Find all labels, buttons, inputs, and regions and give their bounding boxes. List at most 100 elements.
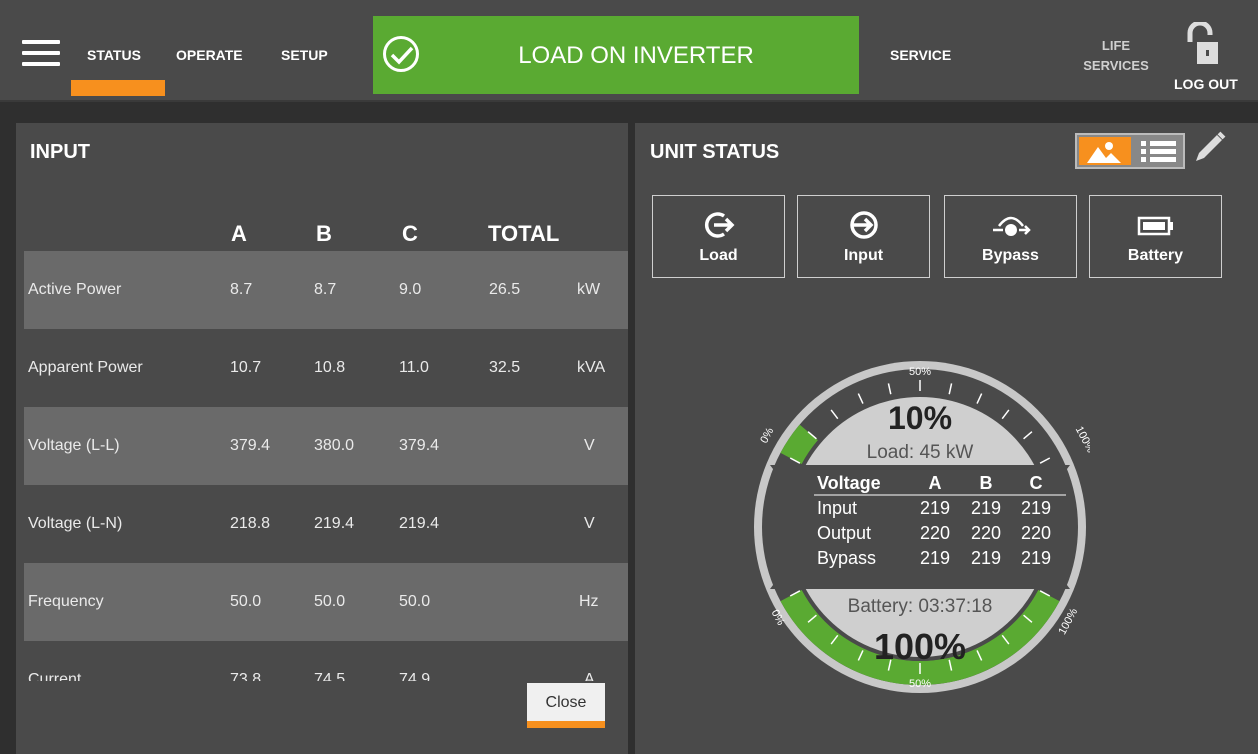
cell-a: 379.4 — [230, 437, 271, 454]
nav-life-services[interactable]: LIFE SERVICES — [1076, 36, 1156, 76]
cell-c: 74.9 — [399, 671, 431, 681]
col-header-c: C — [402, 221, 418, 246]
cell-b: 10.8 — [314, 359, 346, 376]
voltage-cell: 219 — [1021, 498, 1051, 518]
cell-unit: V — [584, 515, 595, 532]
table-row: Apparent Power 10.7 10.8 11.0 32.5 kVA — [24, 329, 628, 407]
battery-percent: 100% — [874, 626, 966, 667]
cell-b: 380.0 — [314, 437, 355, 454]
bypass-icon — [992, 216, 1031, 236]
cell-unit: V — [584, 437, 595, 454]
list-view-button[interactable] — [1135, 137, 1183, 165]
battery-text: Battery: 03:37:18 — [848, 596, 993, 617]
table-row: Voltage (L-N) 218.8 219.4 219.4 V — [24, 485, 628, 563]
row-label: Active Power — [28, 281, 122, 298]
tile-battery[interactable]: Battery — [1089, 195, 1222, 278]
table-row: Frequency 50.0 50.0 50.0 Hz — [24, 563, 628, 641]
input-icon — [849, 211, 878, 239]
unlock-icon — [1187, 22, 1218, 64]
status-banner-text: LOAD ON INVERTER — [518, 42, 754, 69]
cell-b: 50.0 — [314, 593, 346, 610]
cell-c: 11.0 — [399, 359, 429, 376]
nav-setup[interactable]: SETUP — [281, 47, 328, 63]
cell-unit: kW — [577, 281, 601, 298]
cell-b: 219.4 — [314, 515, 355, 532]
tile-input-label: Input — [843, 247, 884, 264]
voltage-row-label: Output — [817, 523, 871, 543]
voltage-row-label: Bypass — [817, 548, 876, 568]
edit-pencil-icon[interactable] — [1190, 129, 1228, 167]
voltage-cell: 219 — [1021, 548, 1051, 568]
load-icon — [704, 212, 734, 238]
scale-top-100: 100% — [1073, 424, 1090, 455]
cell-c: 219.4 — [399, 515, 440, 532]
cell-a: 50.0 — [230, 593, 262, 610]
input-panel-title: INPUT — [30, 141, 90, 163]
voltage-header-c: C — [1030, 473, 1043, 493]
table-row: Active Power 8.7 8.7 9.0 26.5 kW — [24, 251, 628, 329]
nav-active-indicator — [71, 80, 165, 96]
status-banner: LOAD ON INVERTER — [373, 16, 859, 94]
row-label: Current — [28, 671, 82, 681]
col-header-a: A — [231, 221, 247, 246]
menu-icon[interactable] — [22, 40, 60, 70]
voltage-cell: 219 — [971, 498, 1001, 518]
logout-label: LOG OUT — [1174, 76, 1238, 92]
nav-operate[interactable]: OPERATE — [176, 47, 243, 63]
life-line-2: SERVICES — [1083, 58, 1149, 73]
row-label: Voltage (L-N) — [28, 515, 123, 532]
cell-a: 10.7 — [230, 359, 262, 376]
tile-input[interactable]: Input — [797, 195, 930, 278]
voltage-cell: 220 — [971, 523, 1001, 543]
voltage-cell: 220 — [1021, 523, 1051, 543]
load-percent: 10% — [888, 400, 952, 436]
cell-a: 73.8 — [230, 671, 262, 681]
input-panel: INPUT A B C TOTAL Active Power 8.7 8.7 9… — [16, 123, 628, 754]
row-label: Frequency — [28, 593, 104, 610]
top-navigation-bar: STATUS OPERATE SETUP LOAD ON INVERTER SE… — [0, 0, 1258, 102]
scale-bottom-50: 50% — [909, 678, 931, 690]
battery-icon — [1137, 216, 1173, 236]
logout-button[interactable]: LOG OUT — [1170, 20, 1250, 96]
unit-status-title: UNIT STATUS — [650, 141, 780, 163]
nav-service[interactable]: SERVICE — [890, 47, 951, 63]
tile-bypass[interactable]: Bypass — [944, 195, 1077, 278]
tile-load[interactable]: Load — [652, 195, 785, 278]
voltage-cell: 219 — [920, 548, 950, 568]
table-row: Current 73.8 74.5 74.9 A — [24, 641, 628, 681]
nav-status[interactable]: STATUS — [87, 47, 141, 63]
cell-c: 9.0 — [399, 281, 422, 298]
col-header-total: TOTAL — [488, 221, 560, 246]
cell-unit: A — [584, 671, 595, 681]
voltage-header-label: Voltage — [817, 473, 881, 493]
voltage-header-b: B — [980, 473, 993, 493]
voltage-header-a: A — [929, 473, 942, 493]
voltage-cell: 219 — [971, 548, 1001, 568]
cell-total: 32.5 — [489, 359, 521, 376]
cell-total: 26.5 — [489, 281, 521, 298]
graphic-view-button[interactable] — [1079, 137, 1131, 165]
cell-a: 218.8 — [230, 515, 271, 532]
voltage-cell: 220 — [920, 523, 950, 543]
tile-load-label: Load — [699, 247, 738, 264]
view-toggle — [1075, 133, 1185, 169]
life-line-1: LIFE — [1101, 38, 1131, 53]
scale-top-0: 0% — [758, 426, 776, 446]
tile-bypass-label: Bypass — [982, 247, 1039, 264]
voltage-row-label: Input — [817, 498, 857, 518]
unit-status-panel: UNIT STATUS Load Input Bypass Battery 50… — [635, 123, 1258, 754]
cell-b: 74.5 — [314, 671, 346, 681]
col-header-b: B — [316, 221, 332, 246]
cell-c: 50.0 — [399, 593, 431, 610]
unit-status-gauge: 50% 100% 0% 0% 100% 50% 10% Load: 45 kW … — [754, 361, 1090, 693]
table-row: Voltage (L-L) 379.4 380.0 379.4 V — [24, 407, 628, 485]
voltage-cell: 219 — [920, 498, 950, 518]
input-table-viewport[interactable]: INPUT A B C TOTAL Active Power 8.7 8.7 9… — [16, 123, 628, 681]
cell-unit: Hz — [579, 593, 599, 610]
close-button[interactable]: Close — [527, 683, 605, 728]
row-label: Apparent Power — [28, 359, 143, 376]
scale-top-50: 50% — [909, 366, 931, 378]
load-ring-fill — [780, 424, 819, 465]
load-text: Load: 45 kW — [867, 442, 974, 463]
tile-battery-label: Battery — [1127, 247, 1184, 264]
